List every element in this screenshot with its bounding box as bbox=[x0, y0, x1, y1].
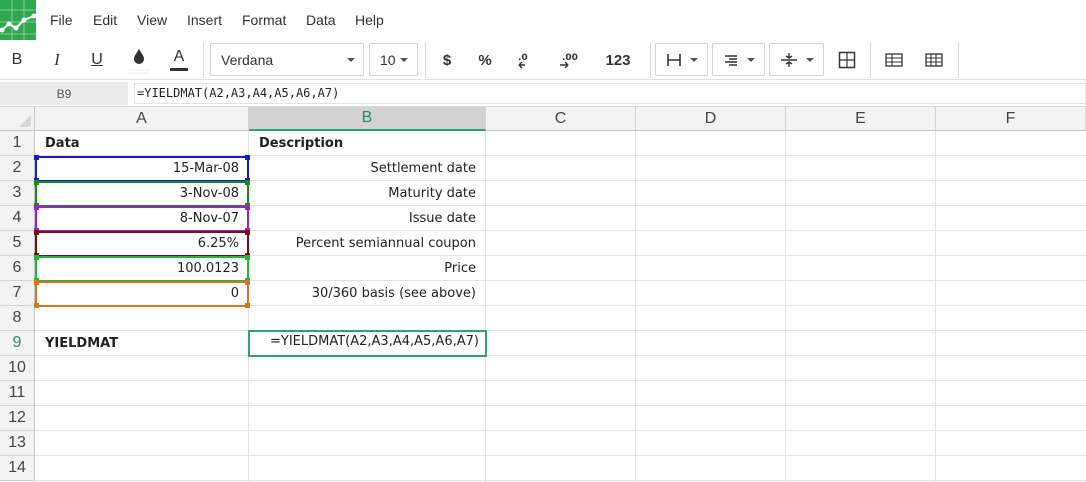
menu-edit[interactable]: Edit bbox=[93, 12, 117, 28]
row-header-10[interactable]: 10 bbox=[0, 356, 35, 381]
cell-a6[interactable]: 100.0123 bbox=[35, 256, 249, 281]
menu-data[interactable]: Data bbox=[306, 12, 336, 28]
cell-b1[interactable]: Description bbox=[249, 131, 486, 156]
cell-a7[interactable]: 0 bbox=[35, 281, 249, 306]
row-header-13[interactable]: 13 bbox=[0, 431, 35, 456]
insert-column-button[interactable] bbox=[921, 44, 947, 76]
toolbar: B I U A Verdana 10 $ % .0 .00 123 bbox=[0, 40, 1086, 80]
toolbar-separator bbox=[425, 42, 426, 78]
row-header-11[interactable]: 11 bbox=[0, 381, 35, 406]
cell-a4[interactable]: 8-Nov-07 bbox=[35, 206, 249, 231]
formula-bar: B9 =YIELDMAT(A2,A3,A4,A5,A6,A7) bbox=[0, 81, 1086, 107]
grid-line bbox=[785, 131, 786, 482]
toolbar-separator bbox=[650, 42, 651, 78]
column-header-b[interactable]: B bbox=[249, 107, 486, 131]
column-header-a[interactable]: A bbox=[35, 107, 249, 131]
insert-row-icon bbox=[885, 53, 903, 67]
chevron-down-icon bbox=[690, 58, 698, 62]
row-header-6[interactable]: 6 bbox=[0, 256, 35, 281]
select-all-corner[interactable] bbox=[0, 107, 35, 131]
row-header-5[interactable]: 5 bbox=[0, 231, 35, 256]
cell-b9-editor[interactable]: =YIELDMAT(A2,A3,A4,A5,A6,A7) bbox=[249, 329, 486, 354]
number-format-button[interactable]: 123 bbox=[598, 44, 638, 76]
column-header-e[interactable]: E bbox=[786, 107, 936, 131]
text-color-icon: A bbox=[173, 48, 185, 65]
row-header-8[interactable]: 8 bbox=[0, 306, 35, 331]
menu-help[interactable]: Help bbox=[355, 12, 384, 28]
decrease-decimals-icon: .0 bbox=[518, 53, 528, 69]
merge-cells-icon bbox=[838, 51, 856, 69]
italic-button[interactable]: I bbox=[44, 44, 70, 76]
toolbar-separator bbox=[958, 42, 959, 78]
svg-text:.0: .0 bbox=[518, 53, 528, 63]
borders-icon bbox=[667, 54, 681, 66]
svg-text:.00: .00 bbox=[562, 53, 578, 63]
grid-line bbox=[635, 131, 636, 482]
font-size-dropdown[interactable]: 10 bbox=[369, 43, 418, 76]
row-header-12[interactable]: 12 bbox=[0, 406, 35, 431]
column-header-c[interactable]: C bbox=[486, 107, 636, 131]
cell-b7[interactable]: 30/360 basis (see above) bbox=[249, 281, 486, 306]
currency-format-button[interactable]: $ bbox=[434, 44, 460, 76]
increase-decimals-button[interactable]: .00 bbox=[555, 44, 583, 76]
app-logo-icon bbox=[0, 0, 36, 40]
font-size-value: 10 bbox=[380, 52, 396, 68]
column-header-d[interactable]: D bbox=[636, 107, 786, 131]
row-header-7[interactable]: 7 bbox=[0, 281, 35, 306]
cell-b4[interactable]: Issue date bbox=[249, 206, 486, 231]
row-header-2[interactable]: 2 bbox=[0, 156, 35, 181]
increase-decimals-icon: .00 bbox=[560, 53, 578, 69]
row-header-1[interactable]: 1 bbox=[0, 131, 35, 156]
cell-b3[interactable]: Maturity date bbox=[249, 181, 486, 206]
text-color-button[interactable]: A bbox=[166, 44, 192, 76]
paint-bucket-icon bbox=[129, 49, 149, 74]
borders-dropdown[interactable] bbox=[655, 43, 708, 76]
spreadsheet-grid: A B C D E F 1 2 3 4 5 6 7 8 9 10 11 12 1… bbox=[0, 107, 1086, 482]
column-header-f[interactable]: F bbox=[936, 107, 1086, 131]
cell-a5[interactable]: 6.25% bbox=[35, 231, 249, 256]
grid-line bbox=[935, 131, 936, 482]
row-header-3[interactable]: 3 bbox=[0, 181, 35, 206]
underline-button[interactable]: U bbox=[84, 44, 110, 76]
corner-triangle-icon bbox=[19, 115, 31, 127]
menu-file[interactable]: File bbox=[50, 12, 73, 28]
chevron-down-icon bbox=[806, 58, 814, 62]
font-family-dropdown[interactable]: Verdana bbox=[210, 43, 364, 76]
decrease-decimals-button[interactable]: .0 bbox=[513, 44, 541, 76]
cell-a1[interactable]: Data bbox=[35, 131, 249, 156]
chevron-down-icon bbox=[747, 58, 755, 62]
chevron-down-icon bbox=[347, 58, 355, 62]
fill-color-button[interactable] bbox=[126, 44, 152, 76]
merge-cells-button[interactable] bbox=[834, 44, 860, 76]
cell-b5[interactable]: Percent semiannual coupon bbox=[249, 231, 486, 256]
row-header-9[interactable]: 9 bbox=[0, 331, 35, 356]
align-right-icon bbox=[725, 55, 737, 66]
cell-b2[interactable]: Settlement date bbox=[249, 156, 486, 181]
row-header-4[interactable]: 4 bbox=[0, 206, 35, 231]
formula-input[interactable]: =YIELDMAT(A2,A3,A4,A5,A6,A7) bbox=[134, 83, 1086, 104]
toolbar-separator bbox=[870, 42, 871, 78]
percent-format-button[interactable]: % bbox=[472, 44, 498, 76]
insert-row-button[interactable] bbox=[881, 44, 907, 76]
chevron-down-icon bbox=[400, 58, 408, 62]
font-family-value: Verdana bbox=[221, 52, 274, 68]
menu-bar: File Edit View Insert Format Data Help bbox=[0, 0, 1086, 40]
horizontal-align-dropdown[interactable] bbox=[712, 43, 765, 76]
insert-column-icon bbox=[925, 53, 943, 67]
text-color-swatch bbox=[170, 68, 188, 71]
menu-insert[interactable]: Insert bbox=[187, 12, 222, 28]
vertical-align-dropdown[interactable] bbox=[769, 43, 824, 76]
vertical-align-middle-icon bbox=[781, 53, 797, 67]
row-header-14[interactable]: 14 bbox=[0, 456, 35, 481]
bold-button[interactable]: B bbox=[4, 44, 30, 76]
menu-format[interactable]: Format bbox=[242, 12, 286, 28]
cell-a3[interactable]: 3-Nov-08 bbox=[35, 181, 249, 206]
cell-a2[interactable]: 15-Mar-08 bbox=[35, 156, 249, 181]
cell-b6[interactable]: Price bbox=[249, 256, 486, 281]
menu-view[interactable]: View bbox=[137, 12, 167, 28]
cell-reference-box[interactable]: B9 bbox=[0, 82, 128, 105]
cell-a9[interactable]: YIELDMAT bbox=[35, 331, 249, 356]
toolbar-separator bbox=[203, 42, 204, 78]
